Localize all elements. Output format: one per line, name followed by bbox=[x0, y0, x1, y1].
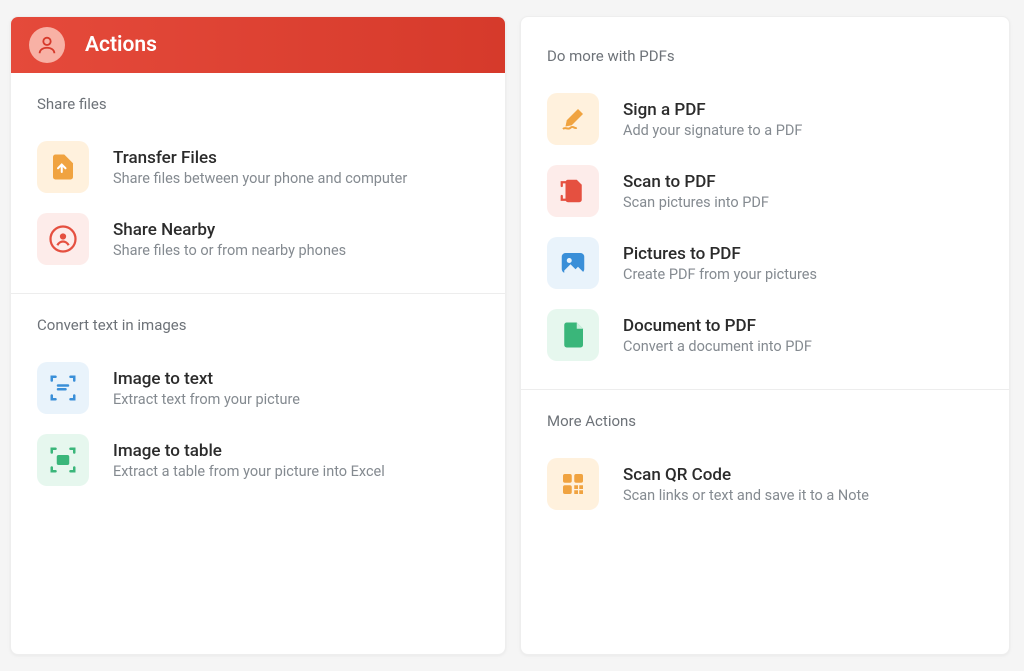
pictures-to-pdf-icon bbox=[547, 237, 599, 289]
action-transfer-files[interactable]: Transfer Files Share files between your … bbox=[11, 127, 505, 203]
item-desc: Extract text from your picture bbox=[113, 391, 300, 408]
sign-pdf-icon bbox=[547, 93, 599, 145]
image-to-text-icon bbox=[37, 362, 89, 414]
item-desc: Scan links or text and save it to a Note bbox=[623, 487, 869, 504]
item-title: Document to PDF bbox=[623, 316, 812, 336]
share-nearby-icon bbox=[37, 213, 89, 265]
item-title: Pictures to PDF bbox=[623, 244, 817, 264]
action-image-to-table[interactable]: Image to table Extract a table from your… bbox=[11, 424, 505, 508]
header-bar: Actions bbox=[11, 17, 505, 73]
item-desc: Add your signature to a PDF bbox=[623, 122, 802, 139]
item-title: Scan QR Code bbox=[623, 465, 869, 485]
action-scan-qr[interactable]: Scan QR Code Scan links or text and save… bbox=[521, 444, 1009, 532]
left-panel: Actions Share files Transfer Files Share… bbox=[10, 16, 506, 655]
image-to-table-icon bbox=[37, 434, 89, 486]
item-desc: Create PDF from your pictures bbox=[623, 266, 817, 283]
item-desc: Share files between your phone and compu… bbox=[113, 170, 407, 187]
item-title: Transfer Files bbox=[113, 148, 407, 168]
item-desc: Share files to or from nearby phones bbox=[113, 242, 346, 259]
item-desc: Convert a document into PDF bbox=[623, 338, 812, 355]
item-title: Scan to PDF bbox=[623, 172, 769, 192]
qr-code-icon bbox=[547, 458, 599, 510]
item-desc: Extract a table from your picture into E… bbox=[113, 463, 385, 480]
item-title: Sign a PDF bbox=[623, 100, 802, 120]
item-title: Image to table bbox=[113, 441, 385, 461]
action-pictures-to-pdf[interactable]: Pictures to PDF Create PDF from your pic… bbox=[521, 227, 1009, 299]
action-sign-pdf[interactable]: Sign a PDF Add your signature to a PDF bbox=[521, 79, 1009, 155]
action-document-to-pdf[interactable]: Document to PDF Convert a document into … bbox=[521, 299, 1009, 383]
action-share-nearby[interactable]: Share Nearby Share files to or from near… bbox=[11, 203, 505, 287]
section-pdf-label: Do more with PDFs bbox=[521, 25, 1009, 79]
scan-to-pdf-icon bbox=[547, 165, 599, 217]
user-icon bbox=[36, 34, 58, 56]
header-title: Actions bbox=[85, 33, 157, 57]
item-desc: Scan pictures into PDF bbox=[623, 194, 769, 211]
section-share-label: Share files bbox=[11, 73, 505, 127]
action-scan-to-pdf[interactable]: Scan to PDF Scan pictures into PDF bbox=[521, 155, 1009, 227]
section-convert-label: Convert text in images bbox=[11, 294, 505, 348]
transfer-files-icon bbox=[37, 141, 89, 193]
document-to-pdf-icon bbox=[547, 309, 599, 361]
right-panel: Do more with PDFs Sign a PDF Add your si… bbox=[520, 16, 1010, 655]
user-avatar[interactable] bbox=[29, 27, 65, 63]
item-title: Image to text bbox=[113, 369, 300, 389]
action-image-to-text[interactable]: Image to text Extract text from your pic… bbox=[11, 348, 505, 424]
item-title: Share Nearby bbox=[113, 220, 346, 240]
section-more-label: More Actions bbox=[521, 390, 1009, 444]
